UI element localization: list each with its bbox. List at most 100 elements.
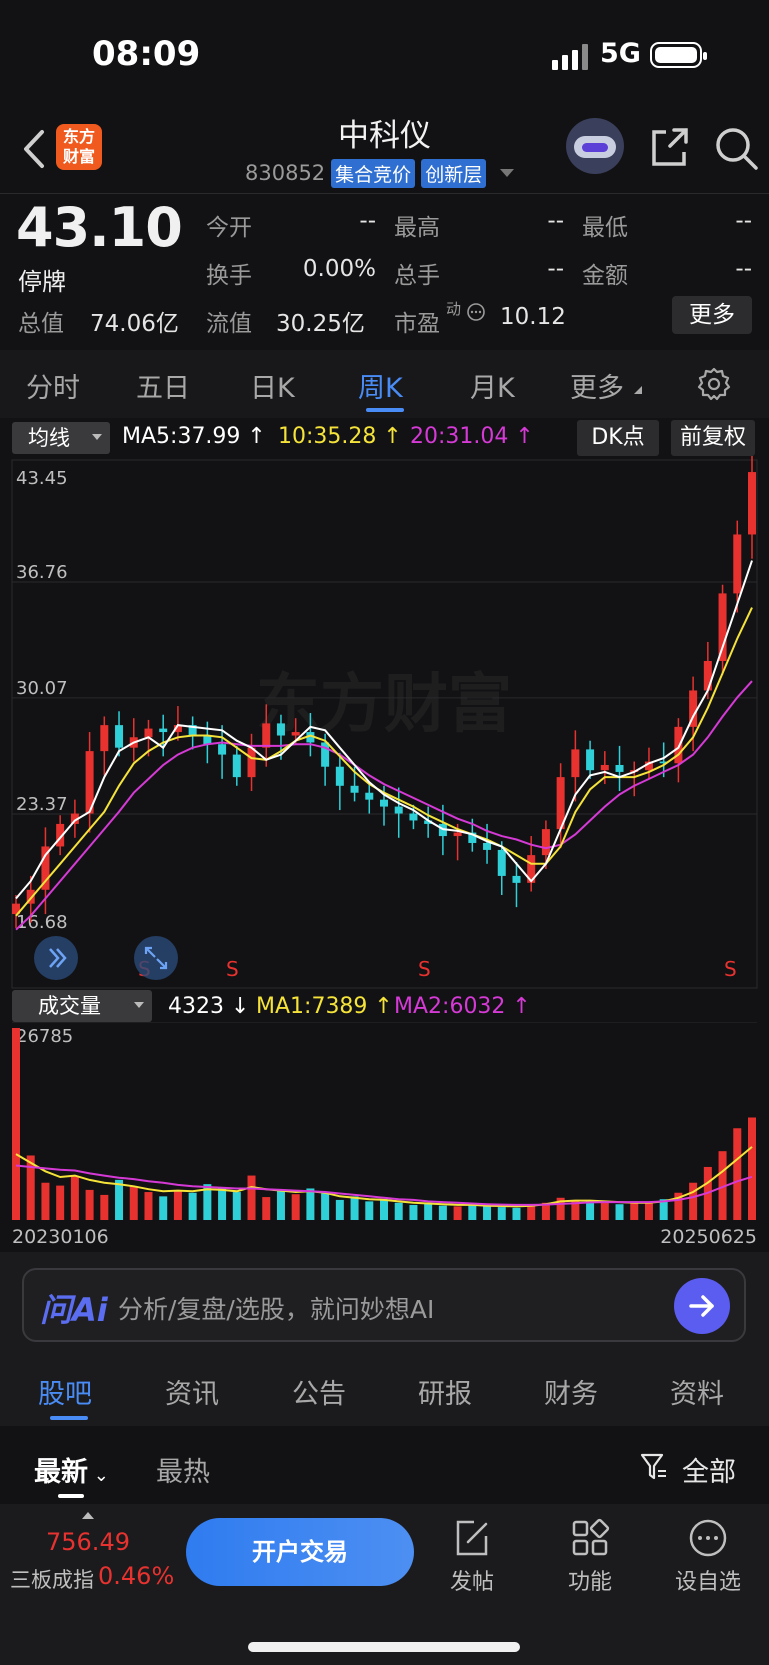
candle-body xyxy=(365,792,374,800)
mktcap-label: 总值 xyxy=(18,311,64,337)
filter-icon[interactable] xyxy=(640,1452,668,1482)
price-adjust-button[interactable]: 前复权 xyxy=(671,420,755,456)
share-icon[interactable] xyxy=(646,124,692,170)
tab-weekly[interactable]: 周K xyxy=(358,366,403,405)
volume-bar xyxy=(586,1201,595,1220)
divider xyxy=(0,193,769,194)
candle-body xyxy=(615,764,624,772)
kline-chart[interactable]: 东方财富 43.4536.7630.0723.3716.68 SSSS xyxy=(0,456,769,996)
low-label: 最低 xyxy=(582,215,628,241)
pe-value: 10.12 xyxy=(500,304,566,330)
candle-body xyxy=(600,764,609,771)
sort-hot[interactable]: 最热 xyxy=(156,1450,210,1489)
candle-body xyxy=(380,799,388,807)
x-axis-start-date: 20230106 xyxy=(12,1226,109,1248)
post-edit-icon[interactable] xyxy=(452,1518,492,1558)
volume-bar xyxy=(689,1182,698,1220)
stock-code: 830852 xyxy=(245,161,326,185)
expand-left-icon xyxy=(34,936,78,980)
sell-signal-marker: S xyxy=(226,957,239,981)
candle-body xyxy=(497,849,506,876)
tab-intraday[interactable]: 分时 xyxy=(26,366,80,405)
ai-robot-avatar[interactable] xyxy=(566,118,624,174)
filter-all[interactable]: 全部 xyxy=(682,1450,736,1489)
volume-bar xyxy=(438,1205,447,1220)
indicator-select-label: 均线 xyxy=(28,426,70,450)
tab-finance[interactable]: 财务 xyxy=(544,1372,598,1411)
volume-bar xyxy=(380,1199,388,1220)
tab-announcements[interactable]: 公告 xyxy=(292,1372,346,1411)
volume-bar xyxy=(41,1182,50,1220)
tag-innovation: 创新层 xyxy=(421,158,487,188)
volume-indicator-select[interactable]: 成交量 xyxy=(12,990,152,1022)
stock-subline[interactable]: 830852 集合竞价 创新层 xyxy=(245,158,515,188)
index-change[interactable]: 0.46% xyxy=(98,1562,174,1590)
mktcap-value: 74.06亿 xyxy=(90,311,179,337)
volume-bar xyxy=(748,1117,756,1220)
more-quote-button[interactable]: 更多 xyxy=(672,296,752,334)
y-tick-label: 43.45 xyxy=(16,468,68,489)
tab-more[interactable]: 更多 xyxy=(570,366,624,405)
y-tick-label: 30.07 xyxy=(16,678,68,699)
volume-bar xyxy=(276,1189,285,1220)
add-watchlist-label[interactable]: 设自选 xyxy=(668,1564,748,1596)
tab-five-day[interactable]: 五日 xyxy=(136,366,190,405)
volume-bar xyxy=(483,1204,492,1220)
volume-bar xyxy=(497,1207,506,1220)
add-watchlist-icon[interactable] xyxy=(688,1518,728,1558)
amount-value: -- xyxy=(735,256,752,282)
candle-body xyxy=(703,660,712,691)
cellular-signal-icon xyxy=(552,44,588,70)
tab-profile[interactable]: 资料 xyxy=(670,1372,724,1411)
candle-body xyxy=(232,754,241,778)
search-icon[interactable] xyxy=(712,124,760,172)
tab-forum[interactable]: 股吧 xyxy=(38,1372,92,1411)
open-value: -- xyxy=(359,208,376,234)
indicator-select[interactable]: 均线 xyxy=(12,422,110,454)
volume-bar xyxy=(12,1028,20,1220)
fullscreen-icon xyxy=(134,936,178,980)
open-account-button[interactable]: 开户交易 xyxy=(186,1518,414,1586)
volume-bar xyxy=(600,1202,609,1220)
volume-bar xyxy=(56,1185,65,1220)
gear-icon[interactable] xyxy=(696,366,732,402)
battery-icon xyxy=(650,42,707,68)
tab-research[interactable]: 研报 xyxy=(418,1372,472,1411)
volume-bar xyxy=(232,1192,241,1220)
function-label[interactable]: 功能 xyxy=(550,1564,630,1596)
vol-ma1-readout: MA1:7389 ↑ xyxy=(256,994,393,1019)
post-label[interactable]: 发帖 xyxy=(432,1564,512,1596)
candle-body xyxy=(100,725,109,752)
volume-bar xyxy=(144,1192,153,1220)
sort-latest[interactable]: 最新 ⌄ xyxy=(34,1450,109,1489)
volume-max-label: 26785 xyxy=(16,1026,73,1047)
function-grid-icon[interactable] xyxy=(570,1518,610,1558)
ai-send-button[interactable] xyxy=(674,1278,730,1334)
tab-news[interactable]: 资讯 xyxy=(165,1372,219,1411)
low-value: -- xyxy=(735,208,752,234)
volume-bar xyxy=(733,1128,742,1220)
ma10-readout: 10:35.28 ↑ xyxy=(278,424,402,449)
content-tab-bar xyxy=(0,1358,769,1426)
volume-bar xyxy=(291,1194,300,1220)
turnover-label: 换手 xyxy=(206,263,252,289)
candle-body xyxy=(276,723,285,736)
candle-body xyxy=(409,813,418,821)
high-label: 最高 xyxy=(394,215,440,241)
volume-value: -- xyxy=(547,256,564,282)
candle-body xyxy=(144,728,153,738)
ai-input-placeholder[interactable]: 分析/复盘/选股，就问妙想AI xyxy=(118,1290,434,1326)
y-tick-label: 36.76 xyxy=(16,562,68,583)
index-name[interactable]: 三板成指 xyxy=(10,1564,94,1594)
candle-body xyxy=(247,747,256,778)
dk-point-button[interactable]: DK点 xyxy=(577,420,659,456)
volume-bar xyxy=(115,1179,124,1220)
tab-monthly[interactable]: 月K xyxy=(470,366,515,405)
volume-bar xyxy=(468,1204,477,1220)
info-icon[interactable] xyxy=(466,302,486,322)
candle-body xyxy=(586,749,595,771)
tab-daily[interactable]: 日K xyxy=(250,366,295,405)
volume-chart[interactable]: 26785 xyxy=(0,1022,769,1222)
index-value[interactable]: 756.49 xyxy=(46,1528,130,1556)
corner-triangle-icon xyxy=(634,386,642,394)
